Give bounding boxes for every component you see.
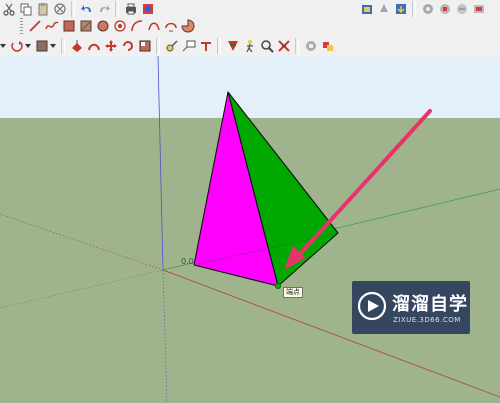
toolbar-row-drawing: [20, 17, 196, 35]
dimension-label: 0.0: [181, 257, 194, 266]
zoom-tool-icon[interactable]: [259, 39, 274, 54]
paint-bucket-icon[interactable]: [34, 39, 49, 54]
paint-dropdown[interactable]: [50, 39, 56, 54]
walk-tool-icon[interactable]: [242, 39, 257, 54]
toolbar-grip[interactable]: [20, 18, 23, 34]
orbit-tool-icon[interactable]: [9, 39, 24, 54]
pie-tool-icon[interactable]: [180, 19, 195, 34]
toolbar-area: [0, 0, 500, 57]
layout-icon[interactable]: [454, 2, 469, 17]
section-plane-icon[interactable]: [225, 39, 240, 54]
toolbar-separator: [412, 1, 416, 17]
toolbar-row-warehouse: [358, 0, 487, 18]
get-models-icon[interactable]: [393, 2, 408, 17]
text-tool-icon[interactable]: [181, 39, 196, 54]
watermark-title: 溜溜自学: [392, 294, 468, 315]
toolbar-separator: [61, 38, 65, 54]
sky-background: [0, 56, 500, 118]
arc-tool-icon[interactable]: [129, 19, 144, 34]
scissors-cut-icon[interactable]: [1, 2, 16, 17]
extension-icon[interactable]: [420, 2, 435, 17]
orbit-dropdown[interactable]: [0, 39, 6, 54]
toolbar-separator: [71, 1, 75, 17]
toolbar-row-edit: [0, 37, 336, 55]
rotated-rectangle-icon[interactable]: [78, 19, 93, 34]
three-point-arc-icon[interactable]: [163, 19, 178, 34]
warehouse-icon[interactable]: [359, 2, 374, 17]
paste-icon[interactable]: [35, 2, 50, 17]
tape-measure-icon[interactable]: [164, 39, 179, 54]
toolbar-separator: [115, 1, 119, 17]
move-tool-icon[interactable]: [103, 39, 118, 54]
orbit-options-dropdown[interactable]: [25, 39, 31, 54]
toolbar-separator: [217, 38, 221, 54]
rotate-tool-icon[interactable]: [120, 39, 135, 54]
line-tool-icon[interactable]: [27, 19, 42, 34]
watermark-subtitle: ZIXUE.3D66.COM: [393, 316, 461, 324]
endpoint-marker: [274, 282, 281, 289]
polygon-tool-icon[interactable]: [112, 19, 127, 34]
push-pull-icon[interactable]: [69, 39, 84, 54]
erase-icon[interactable]: [52, 2, 67, 17]
materials-icon[interactable]: [320, 39, 335, 54]
share-model-icon[interactable]: [376, 2, 391, 17]
components-icon[interactable]: [303, 39, 318, 54]
style-builder-icon[interactable]: [471, 2, 486, 17]
rectangle-tool-icon[interactable]: [61, 19, 76, 34]
undo-icon[interactable]: [79, 2, 94, 17]
freehand-tool-icon[interactable]: [44, 19, 59, 34]
inference-tooltip: 端点: [283, 287, 303, 298]
print-icon[interactable]: [123, 2, 138, 17]
toolbar-separator: [295, 38, 299, 54]
copy-icon[interactable]: [18, 2, 33, 17]
watermark-logo-icon: [356, 290, 388, 322]
3d-text-icon[interactable]: [198, 39, 213, 54]
model-info-icon[interactable]: [140, 2, 155, 17]
extension-warehouse-icon[interactable]: [437, 2, 452, 17]
circle-tool-icon[interactable]: [95, 19, 110, 34]
toolbar-row-standard: [0, 0, 156, 18]
two-point-arc-icon[interactable]: [146, 19, 161, 34]
redo-icon[interactable]: [96, 2, 111, 17]
scene-canvas[interactable]: [0, 56, 500, 403]
follow-me-icon[interactable]: [86, 39, 101, 54]
toolbar-separator: [156, 38, 160, 54]
zoom-extents-icon[interactable]: [276, 39, 291, 54]
watermark-badge: 溜溜自学 ZIXUE.3D66.COM: [352, 281, 470, 334]
scale-tool-icon[interactable]: [137, 39, 152, 54]
modeling-viewport[interactable]: 0.0 端点: [0, 56, 500, 403]
